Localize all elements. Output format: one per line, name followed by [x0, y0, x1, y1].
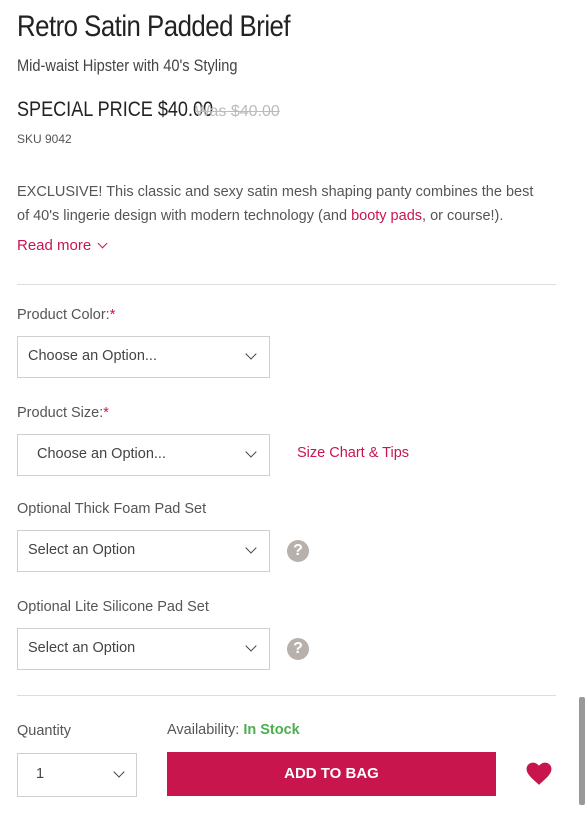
- quantity-select[interactable]: 1: [17, 753, 137, 797]
- quantity-label: Quantity: [17, 723, 71, 739]
- description-text-end: , or course!).: [422, 208, 504, 224]
- sku: SKU 9042: [17, 132, 72, 146]
- silicone-pad-value: Select an Option: [28, 640, 136, 656]
- silicone-pad-label: Optional Lite Silicone Pad Set: [17, 599, 209, 615]
- price-row: SPECIAL PRICE $40.00 Was $40.00: [17, 98, 280, 122]
- chevron-down-icon: [245, 446, 257, 458]
- silicone-pad-select[interactable]: Select an Option: [17, 628, 270, 670]
- product-title: Retro Satin Padded Brief: [17, 10, 291, 43]
- chevron-down-icon: [245, 348, 257, 360]
- product-size-value: Choose an Option...: [37, 446, 166, 462]
- product-color-select[interactable]: Choose an Option...: [17, 336, 270, 378]
- divider: [17, 284, 556, 285]
- foam-pad-label: Optional Thick Foam Pad Set: [17, 501, 207, 517]
- add-to-bag-button[interactable]: ADD TO BAG: [167, 752, 496, 796]
- heart-icon[interactable]: [526, 762, 552, 786]
- scrollbar[interactable]: [579, 697, 585, 805]
- size-chart-link[interactable]: Size Chart & Tips: [297, 445, 409, 461]
- product-color-value: Choose an Option...: [28, 348, 157, 364]
- chevron-down-icon: [113, 766, 125, 778]
- product-size-label-text: Product Size:: [17, 405, 104, 421]
- product-color-label-text: Product Color:: [17, 307, 110, 323]
- question-icon[interactable]: ?: [287, 540, 309, 562]
- was-price: Was $40.00: [195, 103, 280, 120]
- divider: [17, 695, 556, 696]
- availability-label: Availability:: [167, 722, 240, 738]
- product-subtitle: Mid-waist Hipster with 40's Styling: [17, 56, 238, 75]
- chevron-down-icon: [97, 238, 108, 249]
- product-color-label: Product Color:*: [17, 307, 115, 323]
- required-marker: *: [109, 307, 116, 323]
- special-price: SPECIAL PRICE $40.00: [17, 98, 214, 121]
- question-icon[interactable]: ?: [287, 638, 309, 660]
- product-description: EXCLUSIVE! This classic and sexy satin m…: [17, 180, 547, 228]
- booty-pads-link[interactable]: booty pads: [351, 208, 422, 224]
- quantity-value: 1: [36, 766, 45, 782]
- foam-pad-select[interactable]: Select an Option: [17, 530, 270, 572]
- chevron-down-icon: [245, 640, 257, 652]
- stock-status: In Stock: [243, 722, 300, 738]
- product-size-label: Product Size:*: [17, 405, 109, 421]
- required-marker: *: [103, 405, 109, 421]
- product-size-select[interactable]: Choose an Option...: [17, 434, 270, 476]
- read-more-link[interactable]: Read more: [17, 237, 108, 254]
- foam-pad-value: Select an Option: [28, 542, 136, 558]
- chevron-down-icon: [245, 542, 257, 554]
- read-more-label: Read more: [17, 237, 92, 254]
- availability: Availability: In Stock: [167, 722, 300, 738]
